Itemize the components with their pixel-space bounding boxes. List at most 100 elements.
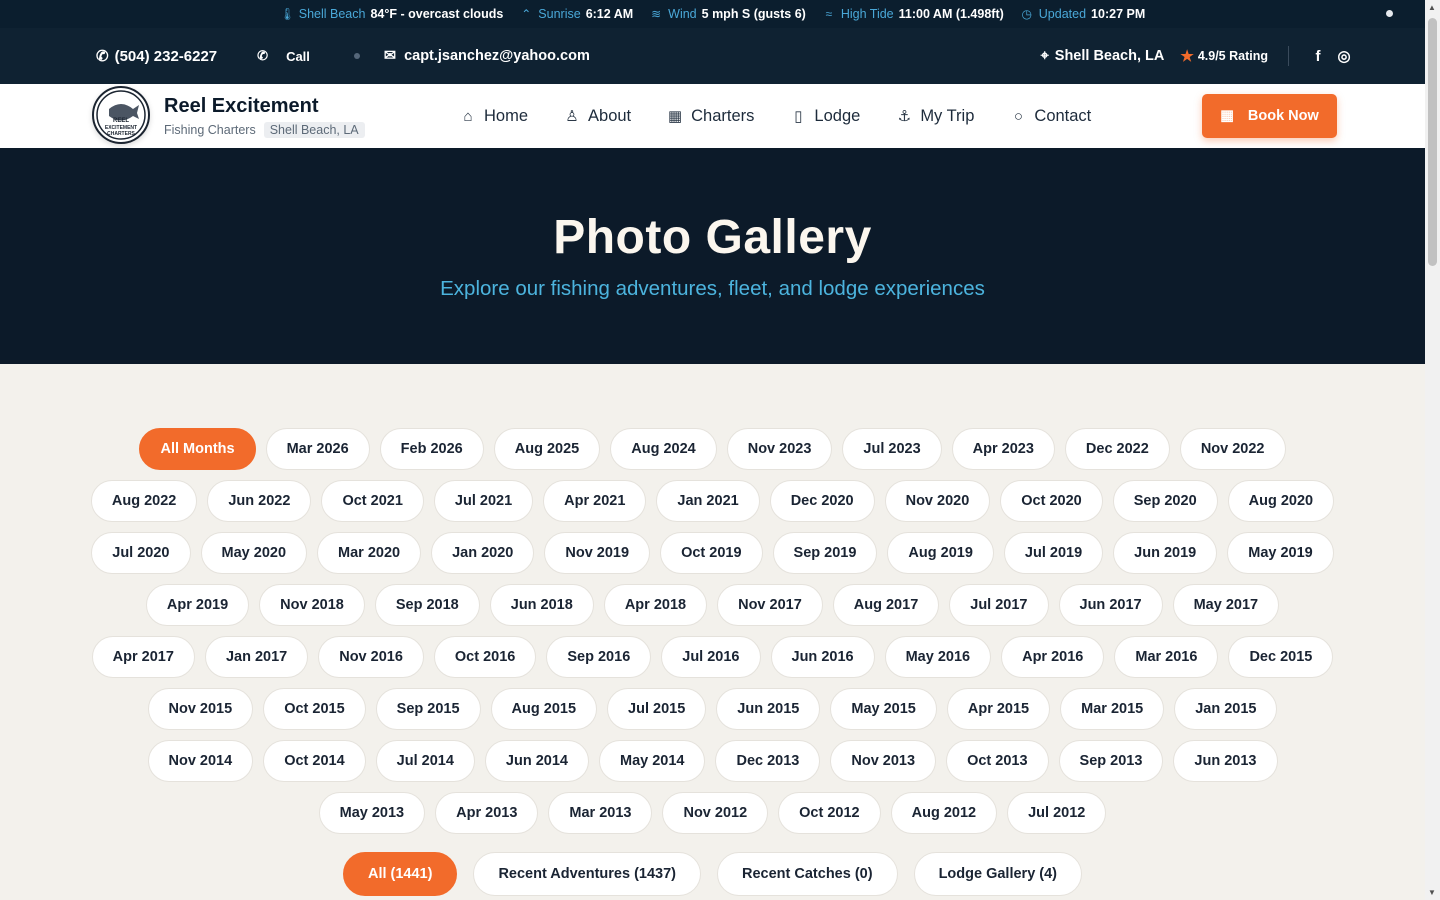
brand[interactable]: Reel Excitement Fishing Charters Shell B… bbox=[164, 95, 365, 138]
month-chip[interactable]: Jul 2021 bbox=[433, 480, 534, 522]
month-chip[interactable]: Nov 2014 bbox=[147, 740, 254, 782]
month-chip[interactable]: Nov 2023 bbox=[726, 428, 833, 470]
month-chip[interactable]: Jan 2017 bbox=[204, 636, 309, 678]
month-chip[interactable]: Jun 2018 bbox=[489, 584, 594, 626]
month-chip[interactable]: Aug 2019 bbox=[887, 532, 994, 574]
month-chip[interactable]: Nov 2018 bbox=[259, 584, 365, 626]
scrollbar[interactable]: ▲ ▼ bbox=[1425, 0, 1440, 900]
category-chip[interactable]: All (1441) bbox=[342, 852, 458, 896]
month-chip[interactable]: Nov 2012 bbox=[662, 792, 769, 834]
month-chip[interactable]: Oct 2020 bbox=[1000, 480, 1103, 522]
nav-my-trip[interactable]: ⚓︎ My Trip bbox=[896, 107, 975, 126]
month-chip[interactable]: Jul 2012 bbox=[1007, 792, 1107, 834]
month-chip[interactable]: Sep 2019 bbox=[772, 532, 878, 574]
book-now-button[interactable]: ▦ Book Now bbox=[1202, 94, 1337, 138]
month-chip[interactable]: Aug 2015 bbox=[490, 688, 598, 730]
email-link[interactable]: ✉ capt.jsanchez@yahoo.com bbox=[384, 48, 590, 64]
month-chip[interactable]: Dec 2020 bbox=[769, 480, 875, 522]
month-chip[interactable]: Apr 2023 bbox=[951, 428, 1055, 470]
brand-logo[interactable]: REEL EXCITEMENT CHARTERS bbox=[92, 86, 150, 144]
month-chip[interactable]: Apr 2015 bbox=[946, 688, 1051, 730]
month-chip[interactable]: Sep 2016 bbox=[546, 636, 652, 678]
month-chip[interactable]: Nov 2016 bbox=[318, 636, 424, 678]
month-chip[interactable]: May 2017 bbox=[1172, 584, 1280, 626]
month-chip[interactable]: Apr 2021 bbox=[543, 480, 647, 522]
month-chip[interactable]: Apr 2017 bbox=[91, 636, 195, 678]
month-chip[interactable]: Jun 2017 bbox=[1058, 584, 1163, 626]
month-chip[interactable]: Jun 2019 bbox=[1113, 532, 1218, 574]
month-chip[interactable]: Aug 2017 bbox=[832, 584, 940, 626]
month-chip[interactable]: Mar 2013 bbox=[548, 792, 653, 834]
month-chip[interactable]: Nov 2020 bbox=[884, 480, 991, 522]
category-chip[interactable]: Recent Adventures (1437) bbox=[473, 852, 702, 896]
scroll-down-icon[interactable]: ▼ bbox=[1428, 888, 1436, 897]
month-chip[interactable]: Mar 2016 bbox=[1114, 636, 1219, 678]
month-chip[interactable]: Mar 2015 bbox=[1060, 688, 1165, 730]
month-chip[interactable]: Oct 2015 bbox=[263, 688, 366, 730]
month-chip[interactable]: Oct 2012 bbox=[778, 792, 881, 834]
instagram-icon[interactable]: ◎ bbox=[1335, 47, 1353, 65]
month-chip[interactable]: Aug 2024 bbox=[610, 428, 717, 470]
month-chip[interactable]: Jul 2017 bbox=[949, 584, 1049, 626]
month-chip[interactable]: Jan 2021 bbox=[656, 480, 760, 522]
month-chip[interactable]: Oct 2014 bbox=[263, 740, 366, 782]
month-chip[interactable]: Nov 2022 bbox=[1179, 428, 1286, 470]
month-chip[interactable]: Jan 2015 bbox=[1174, 688, 1278, 730]
month-chip[interactable]: Mar 2020 bbox=[317, 532, 422, 574]
month-chip[interactable]: Oct 2016 bbox=[433, 636, 537, 678]
month-chip[interactable]: Dec 2013 bbox=[715, 740, 821, 782]
category-chip[interactable]: Recent Catches (0) bbox=[717, 852, 898, 896]
month-chip[interactable]: Jun 2013 bbox=[1173, 740, 1278, 782]
phone-link[interactable]: ✆ (504) 232-6227 bbox=[96, 47, 217, 66]
category-chip[interactable]: Lodge Gallery (4) bbox=[913, 852, 1083, 896]
month-chip[interactable]: Nov 2013 bbox=[830, 740, 937, 782]
month-chip[interactable]: Apr 2019 bbox=[145, 584, 250, 626]
month-chip[interactable]: Jul 2014 bbox=[375, 740, 475, 782]
nav-charters[interactable]: ▦ Charters bbox=[667, 107, 754, 126]
month-chip[interactable]: Nov 2015 bbox=[147, 688, 254, 730]
nav-about[interactable]: ♙ About bbox=[564, 107, 631, 126]
month-chip[interactable]: Jul 2019 bbox=[1003, 532, 1104, 574]
month-chip[interactable]: Oct 2019 bbox=[660, 532, 763, 574]
month-chip[interactable]: May 2020 bbox=[200, 532, 308, 574]
month-chip[interactable]: Jun 2015 bbox=[716, 688, 821, 730]
month-chip[interactable]: May 2014 bbox=[598, 740, 706, 782]
month-chip[interactable]: Sep 2020 bbox=[1112, 480, 1218, 522]
month-chip[interactable]: Sep 2013 bbox=[1058, 740, 1164, 782]
month-chip[interactable]: Nov 2019 bbox=[544, 532, 651, 574]
month-chip[interactable]: May 2015 bbox=[830, 688, 937, 730]
month-chip[interactable]: Apr 2013 bbox=[435, 792, 539, 834]
month-chip[interactable]: Oct 2013 bbox=[946, 740, 1049, 782]
month-chip[interactable]: Nov 2017 bbox=[717, 584, 823, 626]
month-chip[interactable]: Apr 2016 bbox=[1001, 636, 1105, 678]
month-chip[interactable]: May 2013 bbox=[318, 792, 426, 834]
scroll-up-icon[interactable]: ▲ bbox=[1428, 3, 1436, 12]
month-chip[interactable]: May 2016 bbox=[884, 636, 992, 678]
scrollbar-thumb[interactable] bbox=[1428, 18, 1437, 266]
call-button[interactable]: ✆ Call bbox=[257, 48, 310, 64]
month-chip[interactable]: Jul 2023 bbox=[842, 428, 942, 470]
month-chip[interactable]: Dec 2015 bbox=[1228, 636, 1334, 678]
month-chip[interactable]: Jul 2015 bbox=[607, 688, 707, 730]
nav-lodge[interactable]: ▯ Lodge bbox=[790, 107, 860, 126]
month-chip[interactable]: Aug 2022 bbox=[90, 480, 198, 522]
month-chip[interactable]: Apr 2018 bbox=[603, 584, 708, 626]
month-chip[interactable]: Feb 2026 bbox=[379, 428, 484, 470]
month-chip[interactable]: Sep 2018 bbox=[374, 584, 480, 626]
month-chip[interactable]: Jul 2020 bbox=[91, 532, 191, 574]
month-chip[interactable]: Dec 2022 bbox=[1064, 428, 1170, 470]
month-chip[interactable]: Jun 2022 bbox=[207, 480, 312, 522]
month-chip[interactable]: All Months bbox=[139, 428, 256, 470]
month-chip[interactable]: May 2019 bbox=[1227, 532, 1334, 574]
month-chip[interactable]: Oct 2021 bbox=[321, 480, 424, 522]
month-chip[interactable]: Jun 2014 bbox=[484, 740, 589, 782]
month-chip[interactable]: Aug 2012 bbox=[890, 792, 998, 834]
nav-contact[interactable]: ○ Contact bbox=[1010, 107, 1091, 126]
month-chip[interactable]: Mar 2026 bbox=[265, 428, 370, 470]
month-chip[interactable]: Jan 2020 bbox=[431, 532, 535, 574]
facebook-icon[interactable]: f bbox=[1309, 48, 1327, 65]
month-chip[interactable]: Jun 2016 bbox=[770, 636, 875, 678]
month-chip[interactable]: Sep 2015 bbox=[375, 688, 481, 730]
month-chip[interactable]: Aug 2020 bbox=[1227, 480, 1335, 522]
month-chip[interactable]: Jul 2016 bbox=[661, 636, 761, 678]
